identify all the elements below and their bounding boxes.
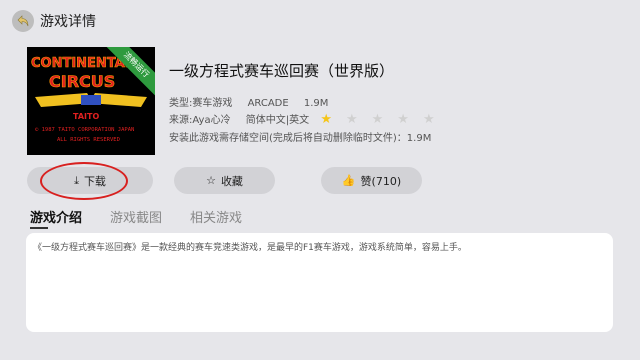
rating-star-icon: ★ bbox=[320, 112, 332, 127]
favorite-button[interactable]: ☆ 收藏 bbox=[174, 167, 275, 194]
tab-game-intro[interactable]: 游戏介绍 bbox=[30, 207, 82, 226]
star-outline-icon: ☆ bbox=[206, 174, 216, 187]
tab-related-games[interactable]: 相关游戏 bbox=[190, 207, 242, 226]
game-description: 《一级方程式赛车巡回赛》是一款经典的赛车竞速类游戏，是最早的F1赛车游戏，游戏系… bbox=[33, 243, 467, 253]
game-type: 类型:赛车游戏 bbox=[169, 98, 233, 109]
svg-text:© 1987 TAITO CORPORATION JAPAN: © 1987 TAITO CORPORATION JAPAN bbox=[35, 127, 134, 133]
game-size: 1.9M bbox=[303, 98, 329, 109]
thumbs-up-icon: 👍 bbox=[341, 174, 356, 187]
game-language: 简体中文|英文 bbox=[245, 115, 310, 126]
rating-stars: ★ ★ ★ ★ ★ bbox=[320, 112, 446, 127]
svg-text:CIRCUS: CIRCUS bbox=[49, 72, 115, 91]
game-source: 来源:Aya心冷 bbox=[169, 115, 231, 126]
rating-star-icon: ★ bbox=[345, 112, 358, 127]
back-button[interactable] bbox=[12, 10, 34, 32]
active-tab-indicator bbox=[30, 227, 48, 229]
game-title: 一级方程式赛车巡回赛（世界版） bbox=[169, 62, 395, 80]
game-cover-image: CONTINENTAL CIRCUS TAITO © 1987 TAITO CO… bbox=[27, 47, 155, 155]
game-source-row: 来源:Aya心冷 简体中文|英文 ★ ★ ★ ★ ★ bbox=[169, 111, 459, 126]
game-platform: ARCADE bbox=[247, 98, 289, 109]
tab-game-screenshots[interactable]: 游戏截图 bbox=[110, 207, 162, 226]
svg-text:TAITO: TAITO bbox=[73, 112, 99, 121]
back-arrow-icon bbox=[17, 15, 29, 27]
svg-text:ALL RIGHTS RESERVED: ALL RIGHTS RESERVED bbox=[57, 137, 120, 143]
page-title: 游戏详情 bbox=[40, 14, 96, 30]
rating-star-icon: ★ bbox=[422, 112, 435, 127]
like-button[interactable]: 👍 赞(710) bbox=[321, 167, 422, 194]
rating-star-icon: ★ bbox=[397, 112, 409, 127]
storage-note: 安装此游戏需存储空间(完成后将自动删除临时文件)：1.9M bbox=[169, 133, 432, 144]
game-meta-row: 类型:赛车游戏 ARCADE 1.9M bbox=[169, 94, 340, 109]
game-description-card: 《一级方程式赛车巡回赛》是一款经典的赛车竞速类游戏，是最早的F1赛车游戏，游戏系… bbox=[26, 233, 613, 332]
rating-star-icon: ★ bbox=[371, 112, 384, 127]
highlight-circle-annotation bbox=[40, 162, 128, 200]
